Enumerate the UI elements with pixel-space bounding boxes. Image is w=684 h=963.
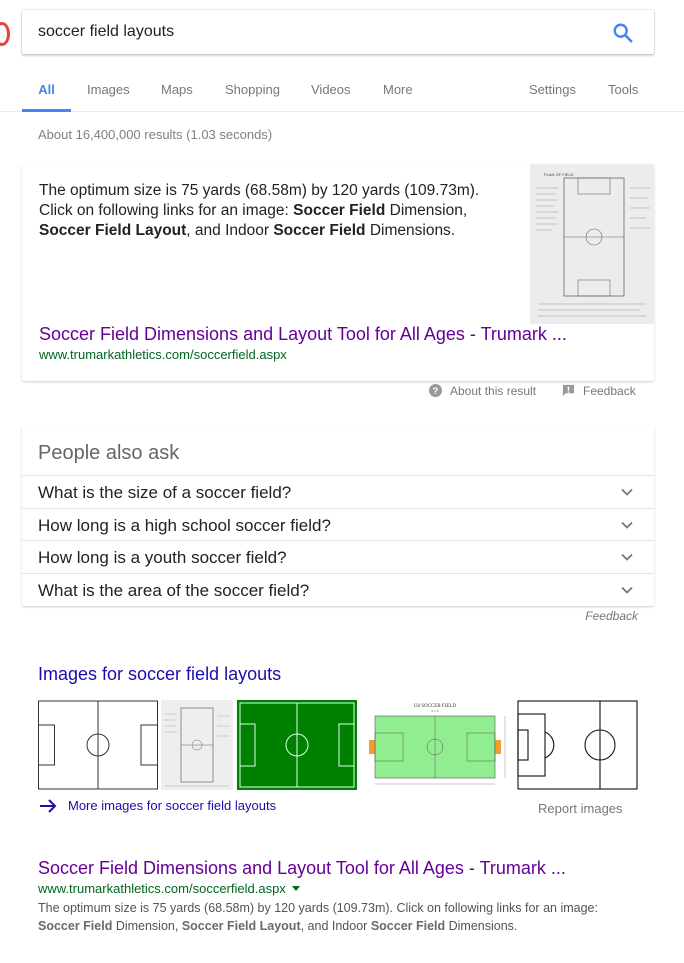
image-thumbnail[interactable]: U8 SOCCER FIELD 6 v 6 — [361, 700, 509, 790]
feedback-link[interactable]: Feedback — [562, 384, 636, 398]
help-icon: ? — [429, 384, 442, 397]
result-stats: About 16,400,000 results (1.03 seconds) — [38, 127, 273, 142]
about-this-result[interactable]: ? About this result — [429, 384, 536, 398]
tab-maps[interactable]: Maps — [161, 82, 193, 112]
result-snippet: The optimum size is 75 yards (68.58m) by… — [38, 901, 598, 933]
images-heading-link[interactable]: Images for soccer field layouts — [38, 664, 281, 685]
arrow-right-icon — [40, 799, 57, 813]
tile-subcaption: 6 v 6 — [432, 709, 439, 713]
tab-shopping[interactable]: Shopping — [225, 82, 280, 112]
paa-question[interactable]: How long is a high school soccer field? — [22, 508, 654, 541]
featured-snippet: The optimum size is 75 yards (68.58m) by… — [22, 164, 654, 381]
tab-settings[interactable]: Settings — [529, 82, 576, 112]
paa-question[interactable]: How long is a youth soccer field? — [22, 540, 654, 573]
search-input[interactable] — [38, 21, 598, 43]
chevron-down-icon — [621, 521, 633, 529]
more-images-link[interactable]: More images for soccer field layouts — [38, 798, 276, 814]
featured-snippet-thumbnail[interactable]: PLAN OF FIELD — [530, 164, 654, 324]
tab-all[interactable]: All — [22, 82, 71, 112]
chevron-down-icon — [621, 586, 633, 594]
image-thumbnail[interactable] — [517, 700, 638, 790]
paa-feedback-link[interactable]: Feedback — [585, 609, 638, 623]
result-title-link[interactable]: Soccer Field Dimensions and Layout Tool … — [38, 858, 566, 879]
thumb-caption: PLAN OF FIELD — [544, 172, 574, 177]
feedback-icon — [562, 384, 575, 397]
result-url: www.trumarkathletics.com/soccerfield.asp… — [38, 881, 300, 896]
image-thumbnail[interactable] — [161, 700, 233, 790]
paa-question[interactable]: What is the size of a soccer field? — [22, 475, 654, 508]
image-thumbnail[interactable] — [38, 700, 158, 790]
featured-snippet-url: www.trumarkathletics.com/soccerfield.asp… — [39, 347, 287, 362]
tab-more[interactable]: More — [383, 82, 413, 112]
google-logo-fragment[interactable] — [0, 22, 10, 46]
featured-snippet-text: The optimum size is 75 yards (68.58m) by… — [39, 182, 480, 239]
tab-tools[interactable]: Tools — [608, 82, 638, 112]
chevron-down-icon — [621, 488, 633, 496]
paa-title: People also ask — [38, 442, 180, 464]
report-images-link[interactable]: Report images — [538, 801, 623, 816]
search-box — [22, 10, 654, 54]
paa-question[interactable]: What is the area of the soccer field? — [22, 573, 654, 606]
search-icon[interactable] — [612, 22, 634, 44]
svg-text:?: ? — [433, 386, 439, 396]
caret-down-icon[interactable] — [291, 886, 300, 891]
tab-images[interactable]: Images — [87, 82, 130, 112]
chevron-down-icon — [621, 553, 633, 561]
search-tabs: All Images Maps Shopping Videos More Set… — [0, 74, 684, 112]
image-strip: U8 SOCCER FIELD 6 v 6 — [38, 700, 638, 790]
people-also-ask: People also ask What is the size of a so… — [22, 426, 654, 606]
image-thumbnail[interactable] — [237, 700, 357, 790]
tab-videos[interactable]: Videos — [311, 82, 351, 112]
featured-snippet-link[interactable]: Soccer Field Dimensions and Layout Tool … — [39, 324, 567, 345]
